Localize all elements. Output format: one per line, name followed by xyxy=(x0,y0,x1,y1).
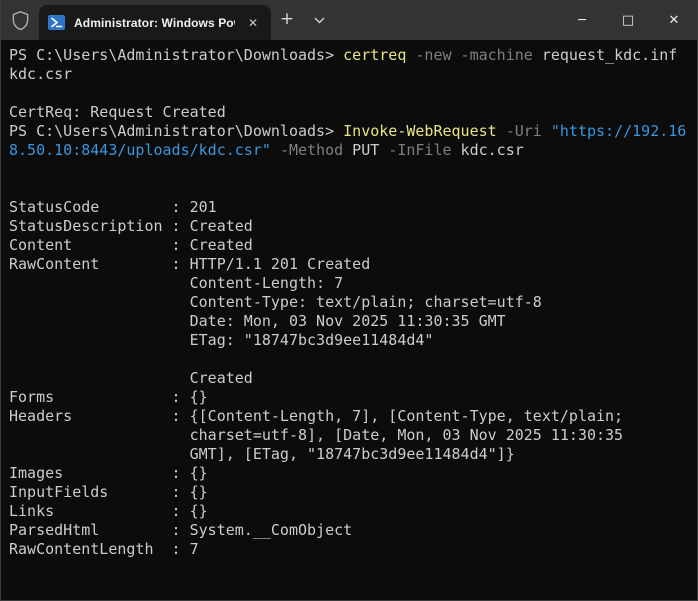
terminal-line xyxy=(9,84,689,103)
terminal-line: kdc.csr xyxy=(9,65,689,84)
terminal-line: ParsedHtml : System.__ComObject xyxy=(9,521,689,540)
maximize-button[interactable]: □ xyxy=(605,0,651,40)
terminal-line: Content : Created xyxy=(9,236,689,255)
close-icon: ✕ xyxy=(669,13,680,28)
terminal-line: GMT], [ETag, "18747bc3d9ee11484d4"]} xyxy=(9,445,689,464)
terminal-line: PS C:\Users\Administrator\Downloads> cer… xyxy=(9,46,689,65)
terminal-line: ETag: "18747bc3d9ee11484d4" xyxy=(9,331,689,350)
terminal-line xyxy=(9,179,689,198)
tab-dropdown-button[interactable] xyxy=(303,0,335,40)
caption-buttons: ─ □ ✕ xyxy=(559,0,697,40)
terminal-line: Content-Type: text/plain; charset=utf-8 xyxy=(9,293,689,312)
chevron-down-icon xyxy=(314,17,325,24)
close-button[interactable]: ✕ xyxy=(651,0,697,40)
tab-title: Administrator: Windows PowerShell xyxy=(74,16,235,30)
powershell-icon xyxy=(48,15,65,30)
terminal-line: Links : {} xyxy=(9,502,689,521)
terminal-line: Headers : {[Content-Length, 7], [Content… xyxy=(9,407,689,426)
terminal-window: Administrator: Windows PowerShell ✕ + ─ … xyxy=(0,0,698,601)
terminal-line: InputFields : {} xyxy=(9,483,689,502)
terminal-line: charset=utf-8], [Date, Mon, 03 Nov 2025 … xyxy=(9,426,689,445)
terminal-line: StatusDescription : Created xyxy=(9,217,689,236)
minimize-icon: ─ xyxy=(578,13,586,28)
terminal-output[interactable]: PS C:\Users\Administrator\Downloads> cer… xyxy=(1,40,697,601)
terminal-line: Created xyxy=(9,369,689,388)
terminal-line: Forms : {} xyxy=(9,388,689,407)
tab-close-icon[interactable]: ✕ xyxy=(244,14,262,32)
maximize-icon: □ xyxy=(622,13,634,28)
terminal-line: RawContent : HTTP/1.1 201 Created xyxy=(9,255,689,274)
terminal-line: 8.50.10:8443/uploads/kdc.csr" -Method PU… xyxy=(9,141,689,160)
new-tab-button[interactable]: + xyxy=(271,0,303,40)
terminal-line xyxy=(9,350,689,369)
plus-icon: + xyxy=(280,9,294,29)
terminal-line: StatusCode : 201 xyxy=(9,198,689,217)
terminal-line: Content-Length: 7 xyxy=(9,274,689,293)
terminal-line: RawContentLength : 7 xyxy=(9,540,689,559)
terminal-line: Images : {} xyxy=(9,464,689,483)
tab-powershell[interactable]: Administrator: Windows PowerShell ✕ xyxy=(39,5,271,40)
terminal-line: CertReq: Request Created xyxy=(9,103,689,122)
admin-shield-icon xyxy=(1,0,39,40)
terminal-line xyxy=(9,160,689,179)
terminal-line: PS C:\Users\Administrator\Downloads> Inv… xyxy=(9,122,689,141)
terminal-line: Date: Mon, 03 Nov 2025 11:30:35 GMT xyxy=(9,312,689,331)
titlebar: Administrator: Windows PowerShell ✕ + ─ … xyxy=(1,0,697,40)
minimize-button[interactable]: ─ xyxy=(559,0,605,40)
